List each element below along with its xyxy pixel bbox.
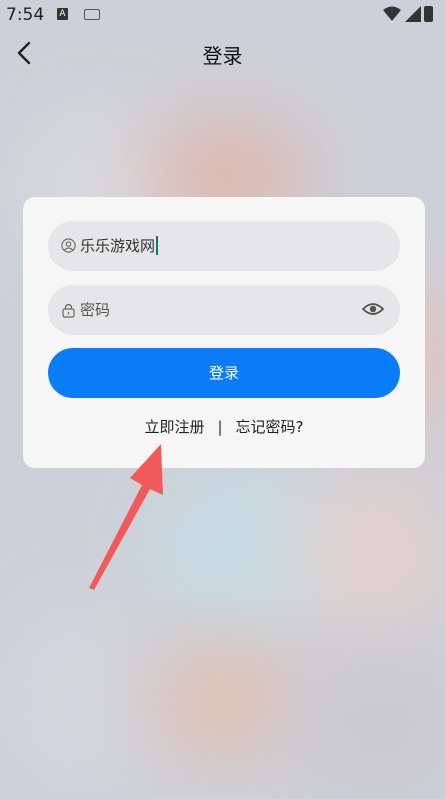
username-field[interactable]: 乐乐游戏网 — [48, 221, 400, 271]
password-field[interactable]: 密码 — [48, 285, 400, 335]
user-icon — [61, 238, 76, 253]
login-card: 乐乐游戏网 密码 登录 立即注册 | 忘记密码? — [23, 197, 425, 468]
username-input-text[interactable]: 乐乐游戏网 — [80, 235, 159, 256]
page-title: 登录 — [202, 44, 243, 68]
text-cursor — [156, 236, 159, 255]
register-link[interactable]: 立即注册 — [144, 416, 204, 437]
eye-icon[interactable] — [362, 300, 384, 318]
link-separator: | — [217, 418, 223, 436]
username-value: 乐乐游戏网 — [80, 237, 156, 255]
password-placeholder: 密码 — [80, 301, 111, 319]
notification-a-icon: A — [57, 8, 68, 20]
forgot-password-link[interactable]: 忘记密码? — [236, 416, 304, 437]
status-bar: 7:54 A — [0, 0, 445, 30]
lock-icon — [62, 303, 75, 318]
wifi-icon — [383, 6, 401, 21]
annotation-arrow — [89, 444, 163, 590]
status-time: 7:54 — [6, 5, 45, 25]
account-links: 立即注册 | 忘记密码? — [23, 416, 425, 437]
signal-icon — [405, 6, 421, 22]
login-button[interactable]: 登录 — [48, 348, 400, 398]
keyboard-icon — [84, 9, 100, 20]
app-header: 登录 — [0, 30, 445, 76]
battery-icon — [424, 6, 433, 22]
